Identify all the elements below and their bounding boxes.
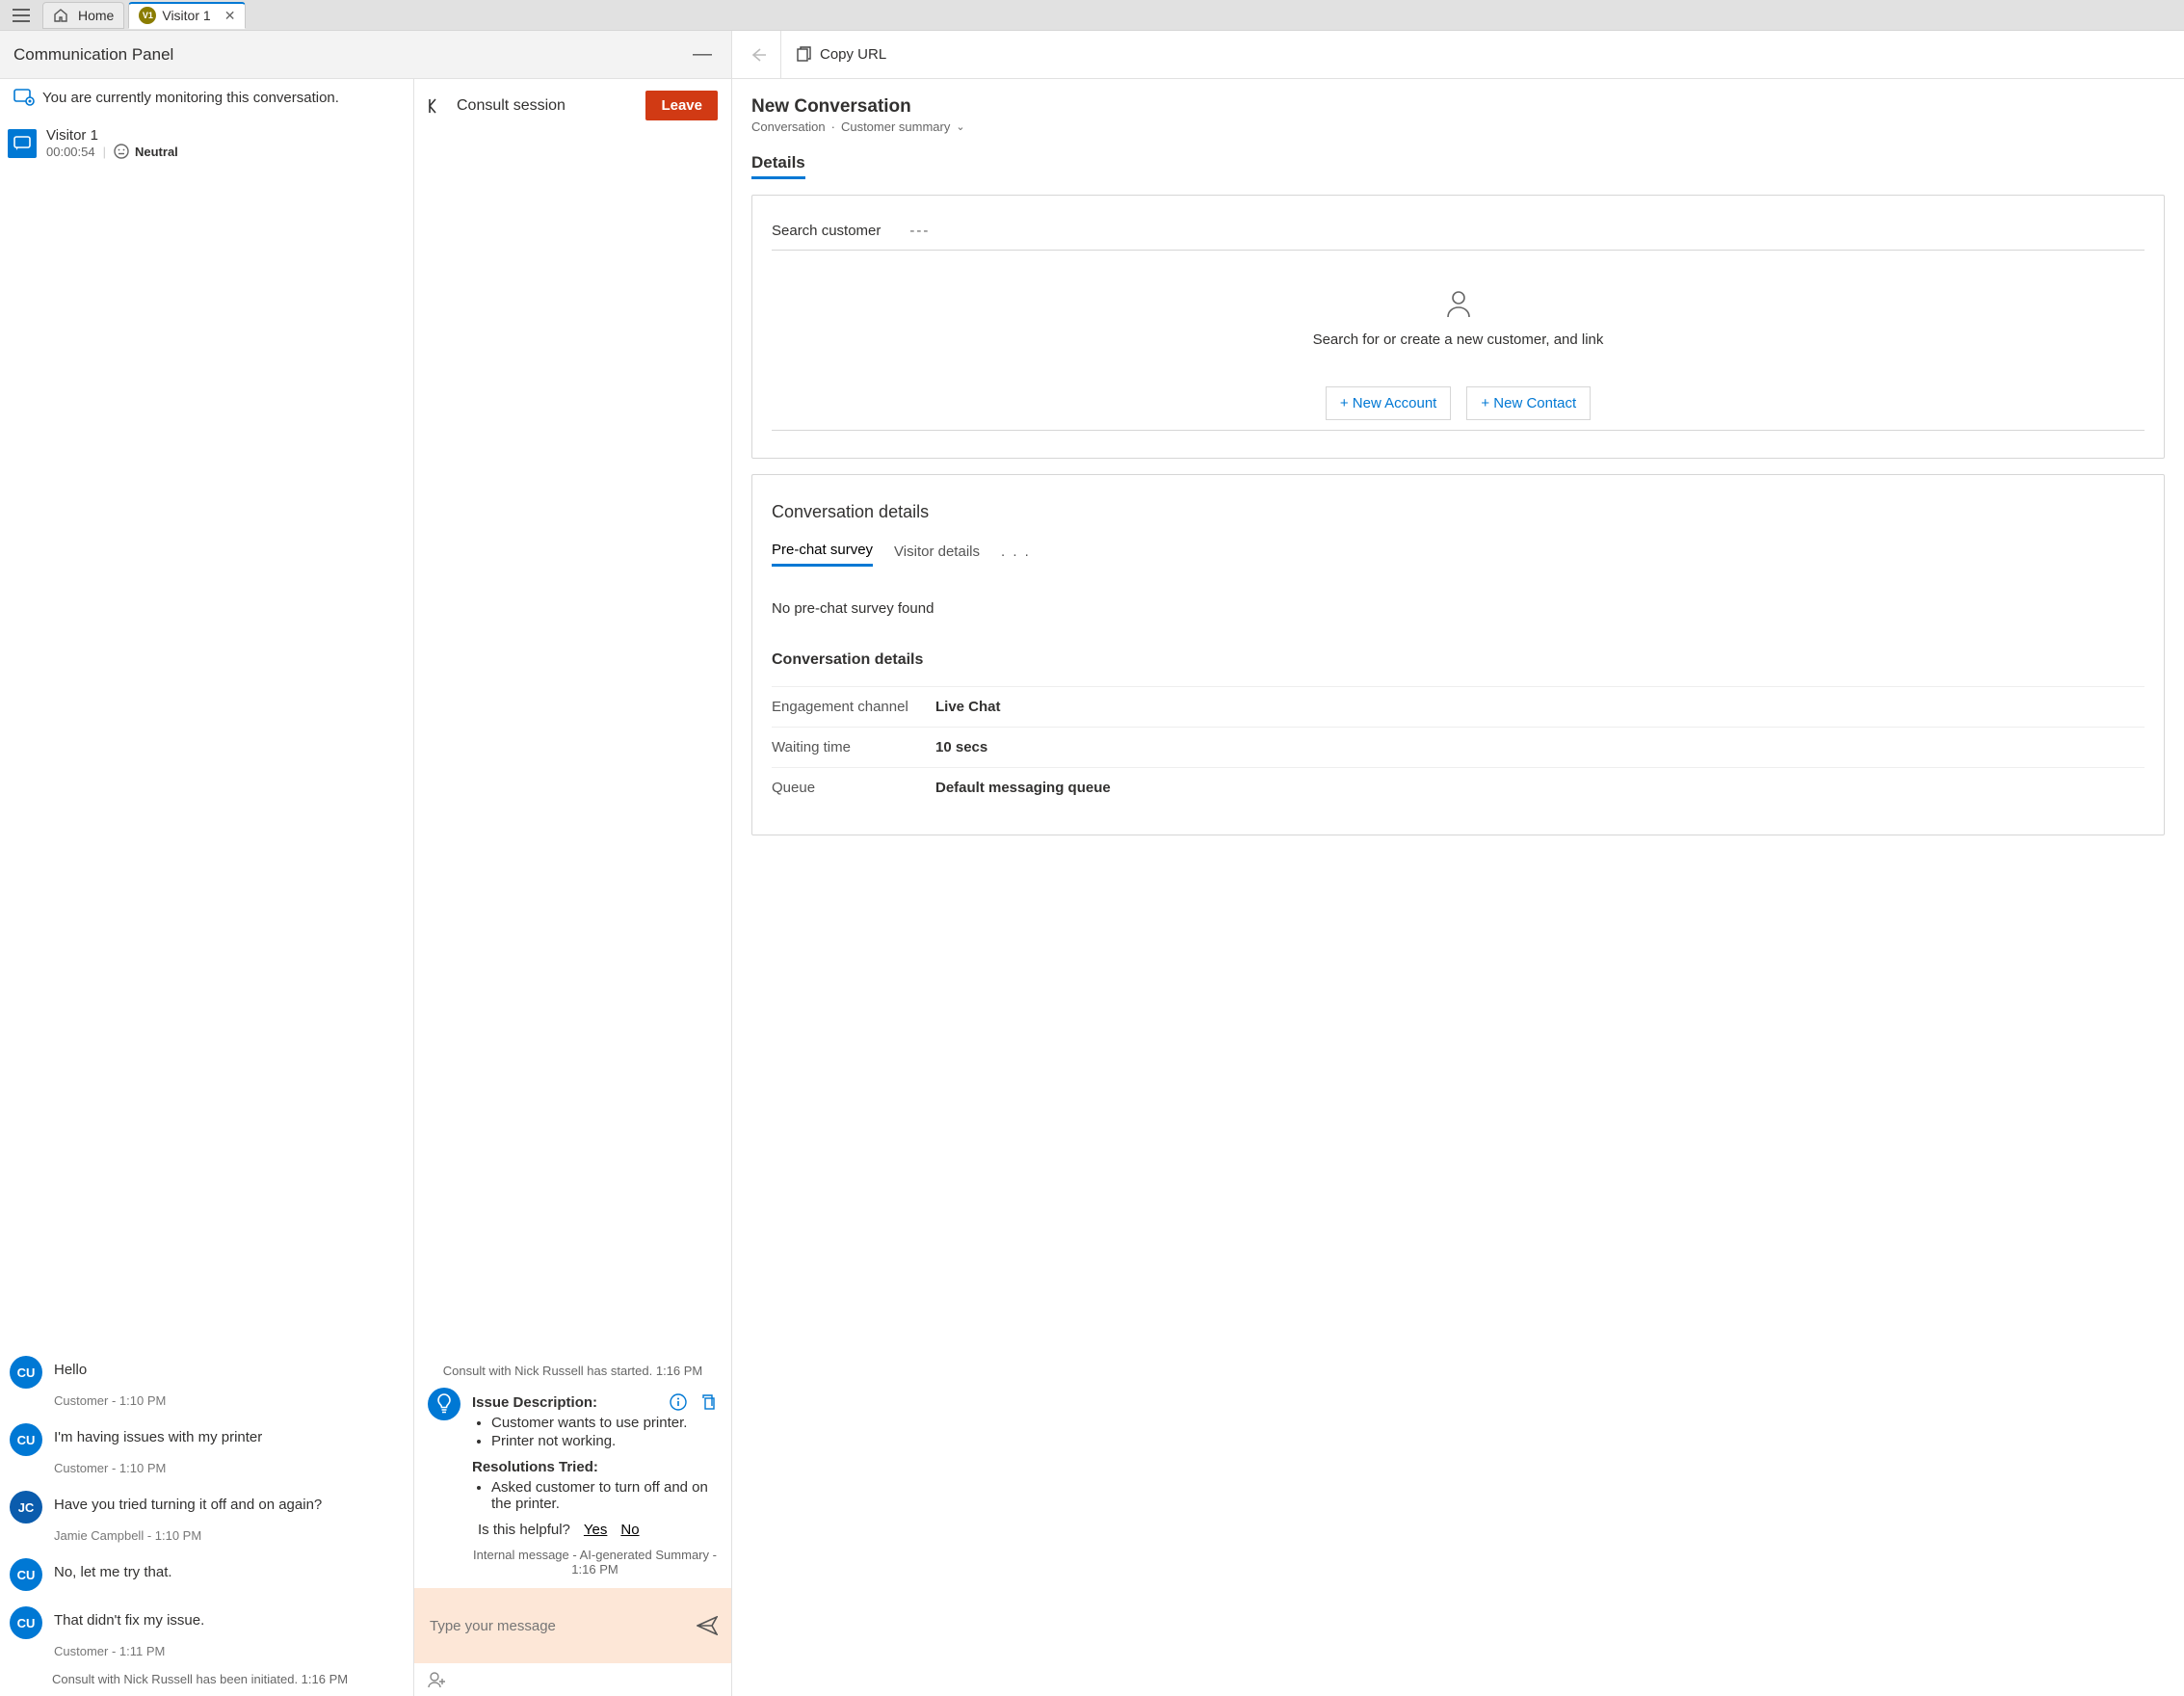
chat-message: CU That didn't fix my issue. Customer - 1:… (10, 1606, 404, 1658)
message-text: Hello (54, 1356, 404, 1378)
session-timer: 00:00:54 (46, 145, 95, 159)
message-text: That didn't fix my issue. (54, 1606, 404, 1629)
sentiment-label: Neutral (135, 145, 178, 159)
monitor-notice-text: You are currently monitoring this conver… (42, 90, 339, 106)
details-back-button (746, 31, 781, 79)
kv-engagement: Engagement channel Live Chat (772, 686, 2145, 727)
communication-panel: Communication Panel — You are currently … (0, 31, 732, 1696)
kv-waiting: Waiting time 10 secs (772, 727, 2145, 767)
new-contact-button[interactable]: + New Contact (1466, 386, 1591, 420)
avatar: CU (10, 1606, 42, 1639)
ai-issue-list: Customer wants to use printer.Printer no… (491, 1415, 718, 1449)
search-customer-value[interactable]: --- (909, 223, 930, 239)
chat-message: CU Hello Customer - 1:10 PM (10, 1356, 404, 1408)
details-panel: Copy URL New Conversation Conversation ·… (732, 31, 2184, 1696)
ai-res-list: Asked customer to turn off and on the pr… (491, 1479, 718, 1512)
ai-issue-title: Issue Description: (472, 1394, 597, 1411)
copy-url-button[interactable]: Copy URL (795, 46, 886, 64)
message-text: No, let me try that. (54, 1558, 404, 1580)
home-icon (53, 9, 68, 22)
ai-copy-button[interactable] (700, 1393, 718, 1411)
customer-empty-text: Search for or create a new customer, and… (772, 331, 2145, 348)
new-account-button[interactable]: + New Account (1326, 386, 1451, 420)
tab-close-button[interactable]: ✕ (224, 8, 236, 24)
consult-column: Consult session Leave Consult with Nick … (414, 79, 731, 1696)
tab-visitor[interactable]: V1 Visitor 1 ✕ (128, 2, 246, 29)
ai-badge-icon (428, 1388, 460, 1420)
consult-system-note: Consult with Nick Russell has started. 1… (428, 1364, 718, 1378)
monitor-icon (13, 89, 35, 106)
tab-visitor-details[interactable]: Visitor details (894, 543, 980, 566)
avatar: CU (10, 1558, 42, 1591)
add-participant-button[interactable] (428, 1671, 718, 1688)
tab-visitor-badge: V1 (139, 7, 156, 24)
conversation-details-title: Conversation details (772, 502, 2145, 522)
sentiment-neutral-icon (114, 144, 129, 159)
chevron-down-icon: ⌄ (956, 120, 964, 133)
chat-message: JC Have you tried turning it off and on a… (10, 1491, 404, 1543)
tab-visitor-label: Visitor 1 (162, 8, 210, 23)
message-meta: Customer - 1:10 PM (54, 1461, 404, 1475)
conversation-details-card: Conversation details Pre-chat survey Vis… (751, 474, 2165, 835)
consult-back-button[interactable] (428, 97, 447, 115)
minimize-button[interactable]: — (687, 43, 718, 66)
chat-message: CU I'm having issues with my printer Custo… (10, 1423, 404, 1475)
search-customer-label: Search customer (772, 223, 881, 239)
leave-button[interactable]: Leave (645, 91, 718, 120)
hamburger-icon (13, 9, 30, 22)
avatar: JC (10, 1491, 42, 1524)
message-meta: Customer - 1:10 PM (54, 1393, 404, 1408)
tab-home[interactable]: Home (42, 2, 124, 29)
helpful-question: Is this helpful? (478, 1522, 570, 1538)
helpful-no-link[interactable]: No (620, 1522, 639, 1538)
avatar: CU (10, 1423, 42, 1456)
conversation-title: New Conversation (751, 96, 2165, 118)
message-input[interactable] (428, 1617, 697, 1635)
tab-bar: Home V1 Visitor 1 ✕ (0, 0, 2184, 31)
chat-transcript[interactable]: CU Hello Customer - 1:10 PM CU I'm having is… (0, 171, 413, 1686)
chat-message: CU No, let me try that. (10, 1558, 404, 1591)
breadcrumb[interactable]: Conversation · Customer summary ⌄ (751, 119, 2165, 134)
tab-pre-chat-survey[interactable]: Pre-chat survey (772, 542, 873, 567)
hamburger-menu-button[interactable] (4, 2, 39, 29)
send-button[interactable] (697, 1616, 718, 1635)
copy-url-icon (795, 46, 812, 64)
avatar: CU (10, 1356, 42, 1389)
customer-card: Search customer --- Search for or create… (751, 195, 2165, 459)
ai-info-button[interactable] (670, 1393, 687, 1411)
message-meta: Customer - 1:11 PM (54, 1644, 404, 1658)
ai-meta: Internal message - AI-generated Summary … (472, 1548, 718, 1577)
message-text: I'm having issues with my printer (54, 1423, 404, 1445)
helpful-yes-link[interactable]: Yes (584, 1522, 607, 1538)
conversation-column: You are currently monitoring this conver… (0, 79, 414, 1696)
session-name: Visitor 1 (46, 127, 178, 144)
kv-queue: Queue Default messaging queue (772, 767, 2145, 808)
chat-session-icon (8, 129, 37, 158)
message-text: Have you tried turning it off and on aga… (54, 1491, 404, 1513)
tab-more[interactable]: . . . (1001, 543, 1031, 566)
details-tab[interactable]: Details (751, 153, 805, 179)
session-row[interactable]: Visitor 1 00:00:54 | Neutral (0, 116, 413, 171)
ai-res-title: Resolutions Tried: (472, 1459, 598, 1475)
system-note: Consult with Nick Russell has been initi… (10, 1658, 404, 1686)
no-survey-text: No pre-chat survey found (772, 600, 2145, 617)
message-input-box[interactable] (414, 1588, 731, 1663)
consult-transcript[interactable]: Consult with Nick Russell has started. 1… (414, 132, 731, 1577)
comm-panel-title: Communication Panel (13, 45, 173, 65)
kv-title: Conversation details (772, 651, 2145, 669)
person-icon (772, 289, 2145, 318)
tab-home-label: Home (78, 8, 114, 23)
consult-title: Consult session (457, 97, 566, 115)
message-meta: Jamie Campbell - 1:10 PM (54, 1528, 404, 1543)
